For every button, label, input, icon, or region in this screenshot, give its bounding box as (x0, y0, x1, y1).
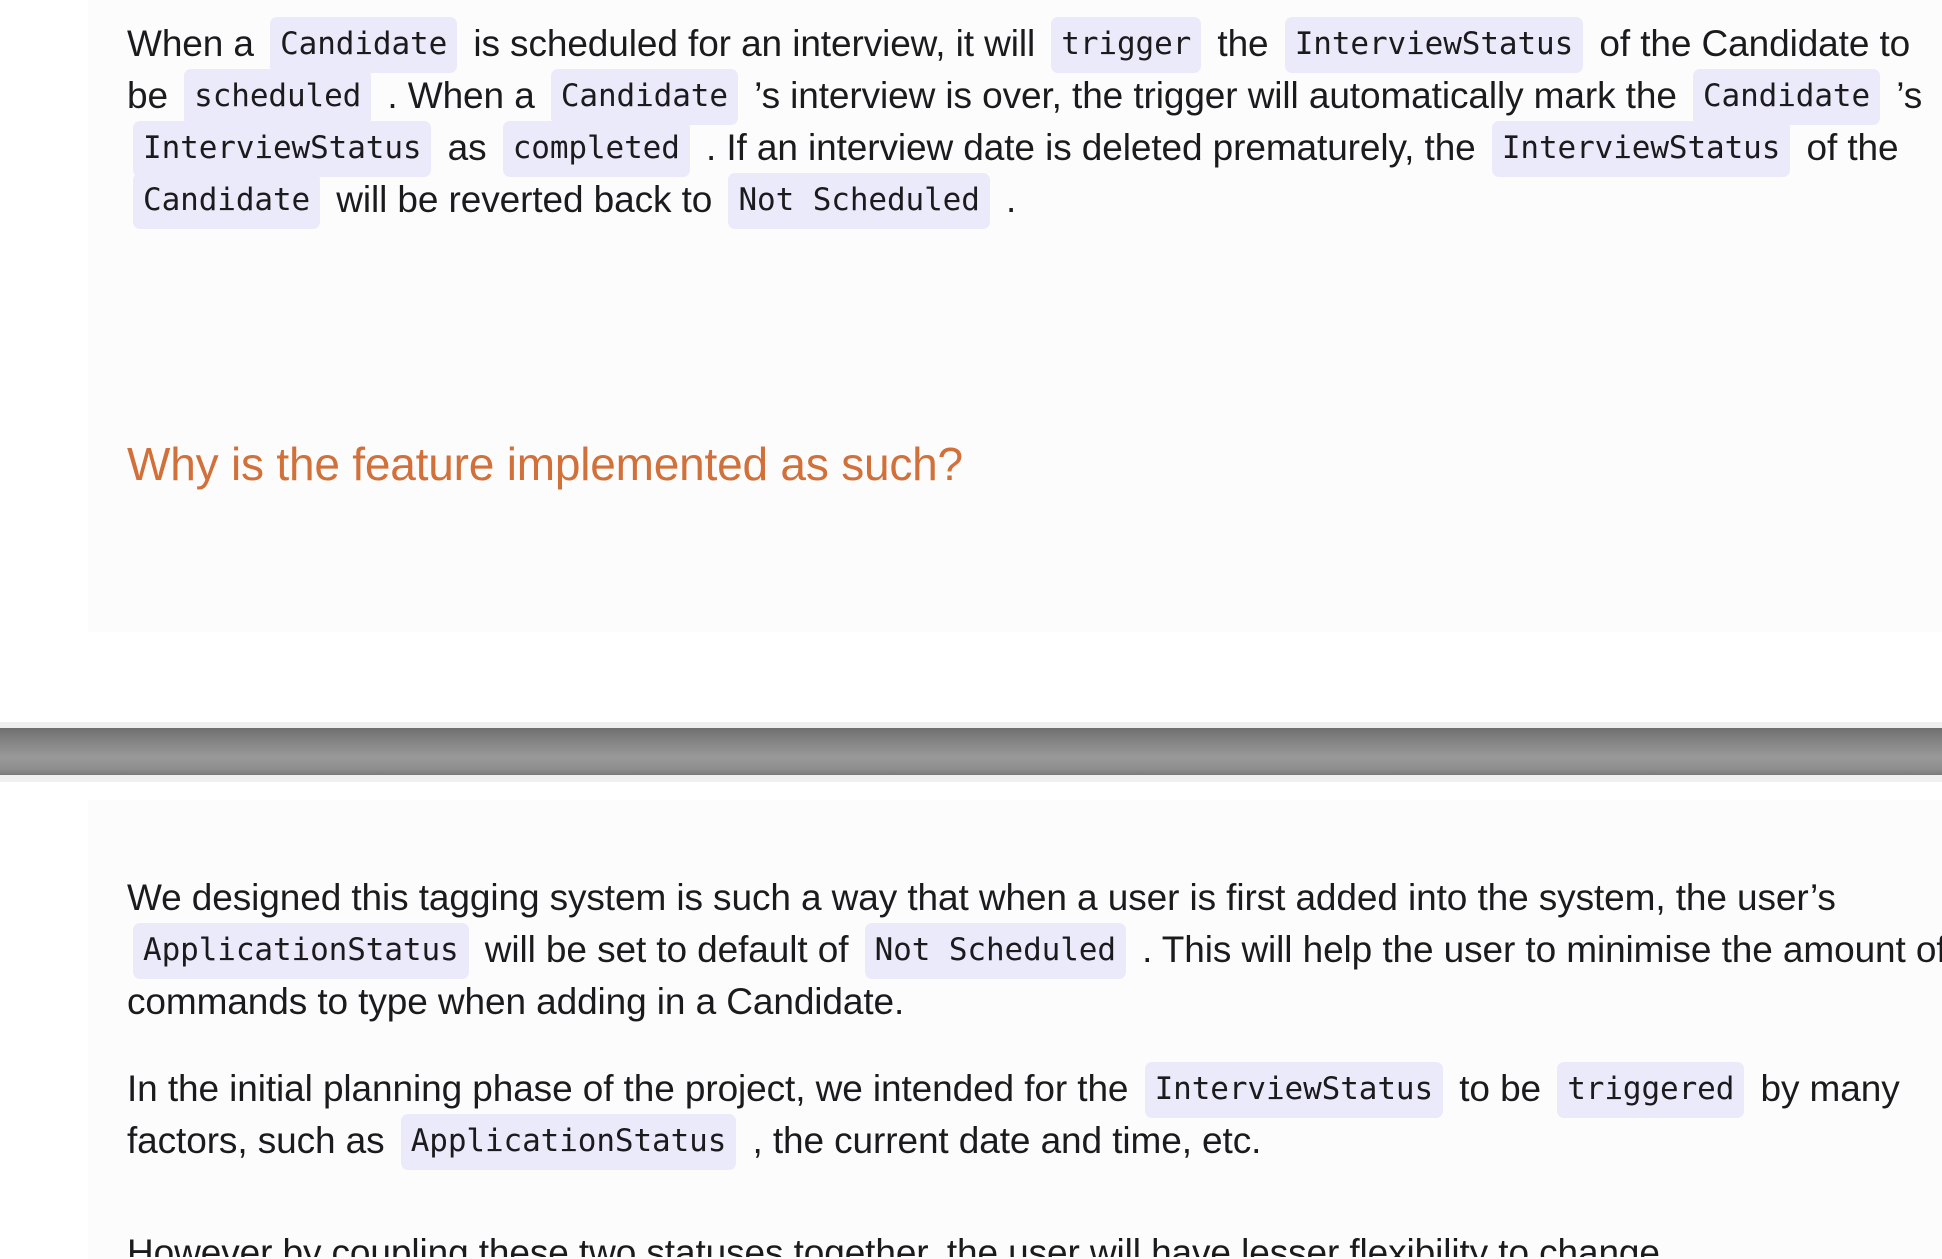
inline-code-token: Not Scheduled (864, 923, 1126, 979)
page-break-divider (0, 728, 1942, 775)
paragraph-body: We designed this tagging system is such … (127, 877, 1942, 1022)
inline-code-token: Candidate (1692, 69, 1881, 125)
paragraph-body: In the initial planning phase of the pro… (127, 1062, 1942, 1170)
inline-code-token: InterviewStatus (1144, 1062, 1444, 1118)
page-break-highlight-bottom (0, 775, 1942, 782)
inline-code-token: Not Scheduled (728, 173, 990, 229)
paragraph-coupling-clipped: However by coupling these two statuses t… (127, 1227, 1942, 1257)
inline-code-token: Candidate (550, 69, 738, 125)
inline-code-token: ApplicationStatus (400, 1114, 737, 1170)
inline-code-token: triggered (1557, 1062, 1745, 1118)
document-page: When a Candidate is scheduled for an int… (0, 0, 1942, 1259)
paragraph-body: However by coupling these two statuses t… (127, 1232, 1660, 1257)
paragraph-body: When a Candidate is scheduled for an int… (127, 17, 1942, 229)
inline-code-token: trigger (1051, 17, 1202, 73)
inline-code-token: InterviewStatus (1491, 121, 1791, 177)
inline-code-token: ApplicationStatus (133, 923, 469, 979)
inline-code-token: completed (502, 121, 690, 177)
section-heading-why: Why is the feature implemented as such? (127, 438, 963, 490)
paragraph-trigger-behaviour: When a Candidate is scheduled for an int… (127, 17, 1942, 262)
paragraph-tagging-defaults: We designed this tagging system is such … (127, 872, 1942, 1064)
paragraph-initial-planning: In the initial planning phase of the pro… (127, 1062, 1942, 1203)
inline-code-token: Candidate (133, 173, 321, 229)
inline-code-token: InterviewStatus (1284, 17, 1584, 73)
inline-code-token: scheduled (184, 69, 372, 125)
inline-code-token: InterviewStatus (133, 121, 432, 177)
inline-code-token: Candidate (270, 17, 458, 73)
